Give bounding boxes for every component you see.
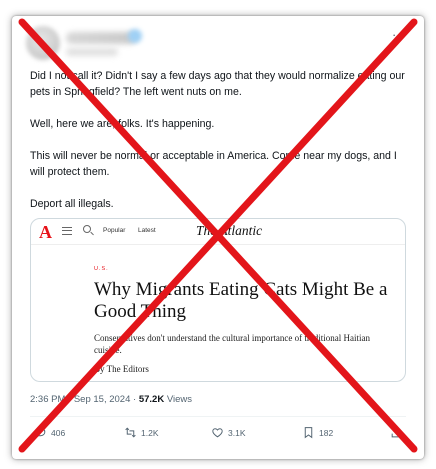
reply-count: 406 <box>51 427 66 438</box>
nav-popular: Popular <box>103 227 126 234</box>
article-subtitle: Conservatives don't understand the cultu… <box>94 333 371 355</box>
reply-icon <box>35 427 46 438</box>
verified-badge-icon <box>128 29 142 43</box>
tweet-text: Did I not call it? Didn't I say a few da… <box>30 68 410 228</box>
tweet-header: ··· <box>12 16 424 60</box>
tweet-paragraph: Did I not call it? Didn't I say a few da… <box>30 70 405 98</box>
tweet-date[interactable]: Sep 15, 2024 <box>74 394 131 405</box>
blurred-display-name[interactable] <box>66 32 136 44</box>
avatar[interactable] <box>26 26 60 60</box>
like-button[interactable]: 3.1K <box>211 426 246 439</box>
more-options-icon[interactable]: ··· <box>392 28 408 41</box>
share-icon <box>391 426 402 438</box>
tweet-paragraph: Deport all illegals. <box>30 198 114 210</box>
like-count: 3.1K <box>228 427 246 438</box>
heart-icon <box>212 428 223 438</box>
article-title: Why Migrants Eating Cats Might Be a Good… <box>94 279 388 322</box>
views-label: Views <box>166 394 192 405</box>
article-kicker: U.S. <box>94 266 109 272</box>
retweet-icon <box>125 427 136 438</box>
tweet-paragraph: Well, here we are, folks. It's happening… <box>30 118 215 130</box>
article-site-nav: A Popular Latest The Atlantic <box>31 219 405 245</box>
atlantic-a-logo: A <box>39 222 52 242</box>
article-byline: By The Editors <box>94 364 149 374</box>
search-icon <box>83 225 91 233</box>
meta-separator: · <box>68 394 72 405</box>
tweet-card: ··· Did I not call it? Didn't I say a fe… <box>12 16 424 459</box>
tweet-meta: 2:36 PM · Sep 15, 2024 · 57.2K Views <box>30 394 192 405</box>
views-count: 57.2K <box>138 394 165 405</box>
tweet-time[interactable]: 2:36 PM <box>30 394 65 405</box>
reply-button[interactable]: 406 <box>34 426 65 439</box>
tweet-actions: 406 1.2K 3.1K 182 <box>12 424 424 444</box>
blurred-handle[interactable] <box>66 48 118 56</box>
atlantic-wordmark-logo: The Atlantic <box>196 223 263 238</box>
nav-latest: Latest <box>138 227 156 234</box>
bookmark-count: 182 <box>319 427 334 438</box>
divider <box>30 416 406 417</box>
retweet-count: 1.2K <box>141 427 159 438</box>
embedded-article-image[interactable]: A Popular Latest The Atlantic U.S. Why M… <box>30 218 406 382</box>
bookmark-icon <box>304 427 313 439</box>
retweet-button[interactable]: 1.2K <box>124 426 159 439</box>
bookmark-button[interactable]: 182 <box>302 426 333 439</box>
share-button[interactable] <box>390 426 403 439</box>
meta-separator: · <box>133 394 137 405</box>
menu-icon <box>62 227 72 235</box>
tweet-paragraph: This will never be normal or acceptable … <box>30 150 397 178</box>
